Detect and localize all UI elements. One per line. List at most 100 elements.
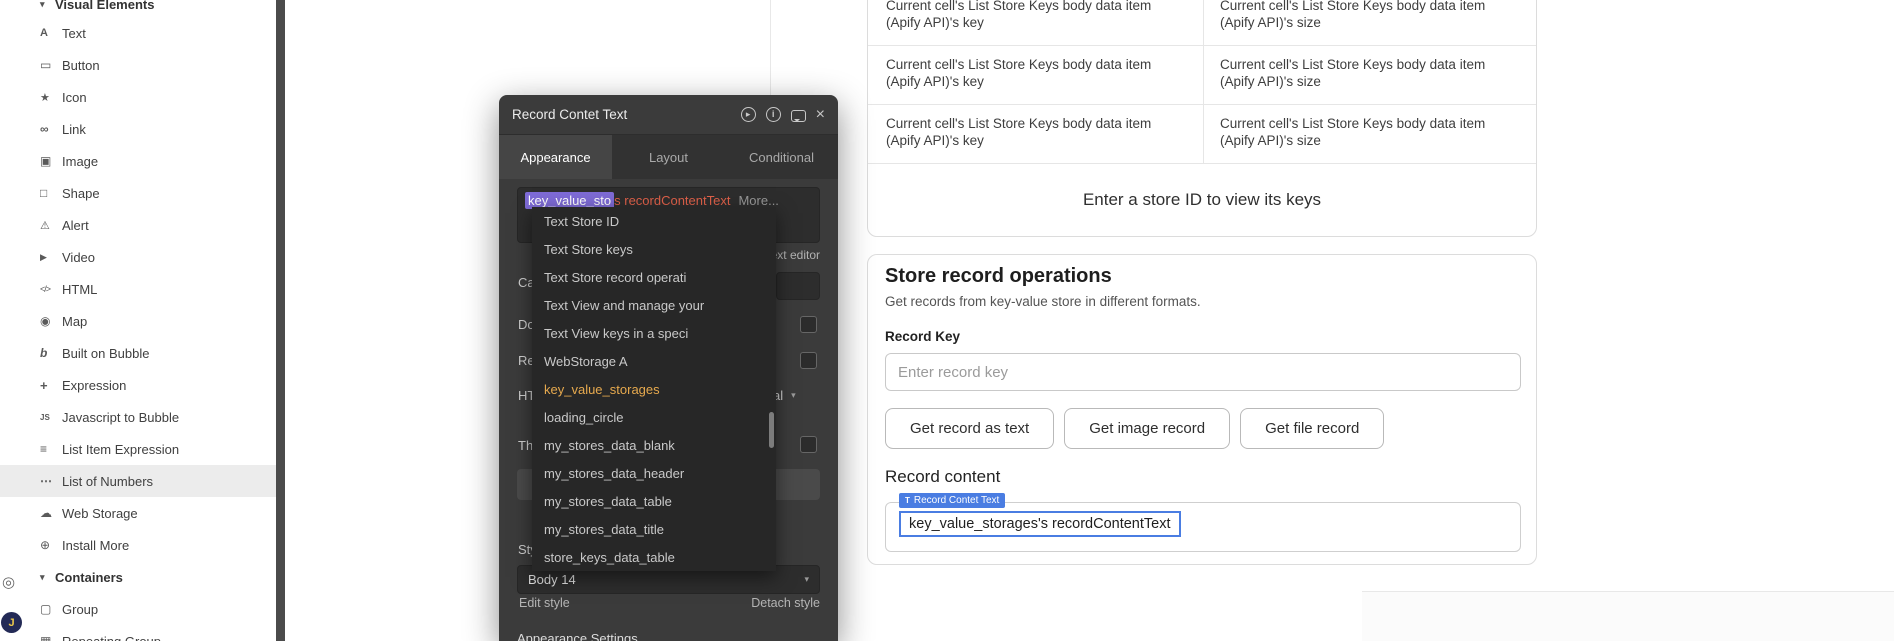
get-record-as-text-button[interactable]: Get record as text: [885, 408, 1054, 449]
section-visual-elements[interactable]: ▾ Visual Elements: [0, 0, 276, 17]
star-icon: [40, 91, 62, 104]
table-row[interactable]: Current cell's List Store Keys body data…: [868, 46, 1536, 105]
cell-line: Current cell's List Store Keys body data…: [1220, 116, 1485, 131]
sidebar-item-label: Video: [62, 250, 95, 265]
property-editor-titlebar[interactable]: Record Contet Text: [499, 95, 838, 135]
cell-size: Current cell's List Store Keys body data…: [1202, 105, 1536, 163]
sidebar-item-label: Alert: [62, 218, 89, 233]
dropdown-option[interactable]: my_stores_data_table: [532, 487, 776, 515]
section-containers[interactable]: ▾ Containers: [0, 561, 276, 593]
sidebar-item-repeating-group[interactable]: Repeating Group: [0, 625, 276, 641]
dropdown-option[interactable]: my_stores_data_blank: [532, 431, 776, 459]
comment-icon[interactable]: [791, 110, 806, 122]
sidebar-item-built-on-bubble[interactable]: Built on Bubble: [0, 337, 276, 369]
sidebar-item-list-item-expression[interactable]: List Item Expression: [0, 433, 276, 465]
detach-style-link[interactable]: Detach style: [751, 596, 820, 610]
sidebar-item-label: Expression: [62, 378, 126, 393]
sidebar-item-icon[interactable]: Icon: [0, 81, 276, 113]
sidebar-item-javascript-to-bubble[interactable]: Javascript to Bubble: [0, 401, 276, 433]
play-icon[interactable]: [741, 107, 756, 122]
dropdown-option[interactable]: Text Store keys: [532, 235, 776, 263]
sidebar-item-group[interactable]: Group: [0, 593, 276, 625]
sidebar-item-text[interactable]: Text: [0, 17, 276, 49]
titlebar-icons: [741, 107, 825, 123]
dropdown-option[interactable]: WebStorage A: [532, 347, 776, 375]
chevron-down-icon: ▾: [40, 572, 55, 583]
dropdown-option[interactable]: Text View keys in a speci: [532, 319, 776, 347]
grid-icon: [40, 634, 62, 641]
sidebar-item-label: Built on Bubble: [62, 346, 149, 361]
cell-line: Current cell's List Store Keys body data…: [886, 0, 1151, 13]
autocomplete-dropdown: Text Store ID Text Store keys Text Store…: [532, 207, 776, 571]
cell-size: Current cell's List Store Keys body data…: [1202, 0, 1536, 45]
checkbox[interactable]: [800, 436, 817, 453]
dropdown-option-highlighted[interactable]: key_value_storages: [532, 375, 776, 403]
sidebar-item-label: Web Storage: [62, 506, 138, 521]
store-record-operations-card: Store record operations Get records from…: [867, 254, 1537, 565]
expression-more-link[interactable]: More...: [738, 193, 778, 208]
record-key-input[interactable]: [885, 353, 1521, 391]
get-file-record-button[interactable]: Get file record: [1240, 408, 1384, 449]
sidebar-item-install-more[interactable]: Install More: [0, 529, 276, 561]
get-image-record-button[interactable]: Get image record: [1064, 408, 1230, 449]
close-icon[interactable]: [816, 107, 825, 123]
selected-text-element[interactable]: key_value_storages's recordContentText: [899, 511, 1181, 537]
element-palette-list: ▾ Visual Elements Text Button Icon Link …: [0, 0, 276, 641]
property-editor-tabs: Appearance Layout Conditional: [499, 135, 838, 179]
sidebar-item-web-storage[interactable]: Web Storage: [0, 497, 276, 529]
sidebar-item-list-of-numbers[interactable]: List of Numbers: [0, 465, 276, 497]
dropdown-option[interactable]: Text Store record operati: [532, 263, 776, 291]
selected-element-tag-label: Record Contet Text: [914, 495, 999, 506]
text-icon: [40, 27, 62, 39]
alignment-select-fragment[interactable]: al ▾: [773, 388, 796, 403]
dropdown-option[interactable]: Text Store ID: [532, 207, 776, 235]
sidebar-item-video[interactable]: Video: [0, 241, 276, 273]
image-icon: [40, 154, 62, 168]
dropdown-option[interactable]: Text View and manage your: [532, 291, 776, 319]
tab-conditional[interactable]: Conditional: [725, 135, 838, 179]
checkbox[interactable]: [800, 352, 817, 369]
card-title: Store record operations: [885, 265, 1112, 288]
sidebar-item-label: Text: [62, 26, 86, 41]
plus-icon: [40, 378, 62, 393]
section-label: Containers: [55, 570, 123, 585]
link-icon: [40, 122, 62, 136]
store-keys-repeating-group[interactable]: Current cell's List Store Keys body data…: [867, 0, 1537, 237]
edit-style-link[interactable]: Edit style: [519, 596, 570, 610]
sidebar-item-image[interactable]: Image: [0, 145, 276, 177]
card-subtitle: Get records from key-value store in diff…: [885, 294, 1201, 309]
page-corner: [1362, 592, 1894, 641]
dropdown-option[interactable]: my_stores_data_title: [532, 515, 776, 543]
dropdown-scrollbar[interactable]: [769, 412, 774, 448]
tab-layout[interactable]: Layout: [612, 135, 725, 179]
sidebar-item-map[interactable]: Map: [0, 305, 276, 337]
property-editor: Record Contet Text Appearance Layout Con…: [499, 95, 838, 641]
checkbox[interactable]: [800, 316, 817, 333]
dropdown-option[interactable]: store_keys_data_table: [532, 543, 776, 571]
cell-line: (Apify API)'s key: [886, 133, 984, 148]
sidebar-item-expression[interactable]: Expression: [0, 369, 276, 401]
tab-appearance[interactable]: Appearance: [499, 135, 612, 179]
small-input-fragment[interactable]: [776, 272, 820, 300]
expression-rest: s recordContentText: [614, 193, 730, 208]
sidebar-item-shape[interactable]: Shape: [0, 177, 276, 209]
cell-line: (Apify API)'s size: [1220, 74, 1321, 89]
sidebar-item-alert[interactable]: Alert: [0, 209, 276, 241]
column-divider: [1203, 0, 1204, 164]
sidebar-item-label: Group: [62, 602, 98, 617]
dropdown-option[interactable]: my_stores_data_header: [532, 459, 776, 487]
avatar[interactable]: J: [1, 612, 22, 633]
cell-line: (Apify API)'s size: [1220, 15, 1321, 30]
field-label-fragment-style: Sty: [518, 542, 532, 557]
issue-target-icon[interactable]: [2, 573, 15, 591]
bubble-editor: ▾ Visual Elements Text Button Icon Link …: [0, 0, 1894, 641]
table-row[interactable]: Current cell's List Store Keys body data…: [868, 105, 1536, 164]
table-row[interactable]: Current cell's List Store Keys body data…: [868, 0, 1536, 46]
dropdown-option[interactable]: loading_circle: [532, 403, 776, 431]
sidebar-item-html[interactable]: HTML: [0, 273, 276, 305]
info-icon[interactable]: [766, 107, 781, 122]
sidebar-item-link[interactable]: Link: [0, 113, 276, 145]
palette-scrollbar[interactable]: [276, 0, 285, 641]
sidebar-item-label: Javascript to Bubble: [62, 410, 179, 425]
sidebar-item-button[interactable]: Button: [0, 49, 276, 81]
